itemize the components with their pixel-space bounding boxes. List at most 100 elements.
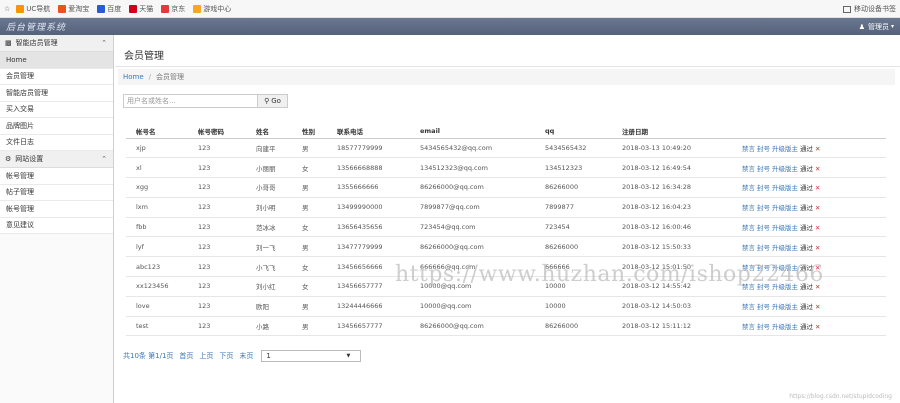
ban-link[interactable]: 封号 bbox=[757, 303, 770, 311]
ban-link[interactable]: 封号 bbox=[757, 145, 770, 153]
promote-link[interactable]: 升级版主 bbox=[772, 204, 798, 212]
approve-link[interactable]: 通过 bbox=[800, 323, 813, 331]
sidebar-item-posts[interactable]: 帖子管理 bbox=[0, 184, 113, 201]
mute-link[interactable]: 禁言 bbox=[742, 283, 755, 291]
sidebar-item-accounts-2[interactable]: 帐号管理 bbox=[0, 201, 113, 218]
sidebar-item-logs[interactable]: 文件日志 bbox=[0, 134, 113, 151]
bookmark-list: UC导航 爱淘宝 百度 天猫 京东 游戏中心 bbox=[16, 4, 239, 14]
approve-link[interactable]: 通过 bbox=[800, 204, 813, 212]
search-input[interactable] bbox=[123, 94, 258, 108]
ban-link[interactable]: 封号 bbox=[757, 204, 770, 212]
bookmark-item[interactable]: 京东 bbox=[161, 4, 185, 14]
mute-link[interactable]: 禁言 bbox=[742, 224, 755, 232]
sidebar-item-trade[interactable]: 买入交易 bbox=[0, 101, 113, 118]
promote-link[interactable]: 升级版主 bbox=[772, 264, 798, 272]
bookmark-icon bbox=[161, 4, 170, 13]
promote-link[interactable]: 升级版主 bbox=[772, 303, 798, 311]
app-header: 后台管理系统 ♟ 管理员 ▾ bbox=[0, 18, 900, 35]
bookmark-item[interactable]: 游戏中心 bbox=[193, 4, 231, 14]
table-cell: 女 bbox=[292, 256, 327, 278]
table-cell: xl bbox=[126, 157, 188, 179]
table-cell: 123 bbox=[188, 256, 246, 278]
mute-link[interactable]: 禁言 bbox=[742, 184, 755, 192]
table-cell: 13244446666 bbox=[327, 296, 410, 317]
ban-link[interactable]: 封号 bbox=[757, 184, 770, 192]
table-cell: 2018-03-12 15:01:50 bbox=[612, 256, 732, 278]
ban-link[interactable]: 封号 bbox=[757, 165, 770, 173]
mute-link[interactable]: 禁言 bbox=[742, 204, 755, 212]
promote-link[interactable]: 升级版主 bbox=[772, 145, 798, 153]
approve-link[interactable]: 通过 bbox=[800, 224, 813, 232]
table-cell: 10000 bbox=[535, 276, 612, 297]
member-table: 帐号名 帐号密码 姓名 性别 联系电话 email qq 注册日期 xjp 123 向建平男 185… bbox=[126, 124, 886, 337]
promote-link[interactable]: 升级版主 bbox=[772, 165, 798, 173]
delete-icon[interactable]: ✕ bbox=[815, 244, 820, 252]
approve-link[interactable]: 通过 bbox=[800, 184, 813, 192]
mute-link[interactable]: 禁言 bbox=[742, 165, 755, 173]
table-cell: love bbox=[126, 296, 188, 317]
sidebar-item-clerks[interactable]: 智能店员管理 bbox=[0, 85, 113, 102]
sidebar-item-home[interactable]: Home bbox=[0, 52, 113, 69]
mute-link[interactable]: 禁言 bbox=[742, 323, 755, 331]
user-menu[interactable]: ♟ 管理员 ▾ bbox=[859, 18, 894, 35]
divider bbox=[115, 66, 900, 67]
ban-link[interactable]: 封号 bbox=[757, 244, 770, 252]
promote-link[interactable]: 升级版主 bbox=[772, 184, 798, 192]
approve-link[interactable]: 通过 bbox=[800, 283, 813, 291]
bookmark-item[interactable]: 天猫 bbox=[129, 4, 153, 14]
promote-link[interactable]: 升级版主 bbox=[772, 283, 798, 291]
table-cell: 2018-03-12 15:50:33 bbox=[612, 236, 732, 258]
pager-next[interactable]: 下页 bbox=[219, 351, 233, 361]
table-cell: 86266000 bbox=[535, 177, 612, 198]
chevron-up-icon: ⌃ bbox=[101, 39, 107, 47]
promote-link[interactable]: 升级版主 bbox=[772, 244, 798, 252]
sidebar-item-images[interactable]: 品牌图片 bbox=[0, 118, 113, 135]
bookmark-item[interactable]: UC导航 bbox=[16, 4, 50, 14]
sidebar-item-feedback[interactable]: 意见建议 bbox=[0, 217, 113, 234]
mute-link[interactable]: 禁言 bbox=[742, 145, 755, 153]
table-cell: 10000 bbox=[535, 296, 612, 317]
ban-link[interactable]: 封号 bbox=[757, 264, 770, 272]
sidebar-section-site[interactable]: ⚙ 网站设置 ⌃ bbox=[0, 151, 113, 168]
ban-link[interactable]: 封号 bbox=[757, 323, 770, 331]
table-cell: xgg bbox=[126, 177, 188, 198]
promote-link[interactable]: 升级版主 bbox=[772, 323, 798, 331]
delete-icon[interactable]: ✕ bbox=[815, 165, 820, 173]
search-button[interactable]: ⚲ Go bbox=[258, 94, 288, 108]
delete-icon[interactable]: ✕ bbox=[815, 264, 820, 272]
mute-link[interactable]: 禁言 bbox=[742, 244, 755, 252]
mute-link[interactable]: 禁言 bbox=[742, 303, 755, 311]
breadcrumb-home[interactable]: Home bbox=[123, 73, 144, 81]
sidebar-item-accounts[interactable]: 帐号管理 bbox=[0, 168, 113, 185]
approve-link[interactable]: 通过 bbox=[800, 303, 813, 311]
star-icon[interactable]: ☆ bbox=[4, 5, 10, 13]
sidebar-section-store[interactable]: ▩ 智能店员管理 ⌃ bbox=[0, 35, 113, 52]
delete-icon[interactable]: ✕ bbox=[815, 283, 820, 291]
ban-link[interactable]: 封号 bbox=[757, 224, 770, 232]
row-actions: 禁言 封号 升级版主 通过 ✕ bbox=[732, 217, 886, 238]
pager-prev[interactable]: 上页 bbox=[199, 351, 213, 361]
sidebar-item-members[interactable]: 会员管理 bbox=[0, 68, 113, 85]
bookmark-item[interactable]: 爱淘宝 bbox=[58, 4, 89, 14]
delete-icon[interactable]: ✕ bbox=[815, 145, 820, 153]
delete-icon[interactable]: ✕ bbox=[815, 184, 820, 192]
table-cell: test bbox=[126, 316, 188, 337]
approve-link[interactable]: 通过 bbox=[800, 145, 813, 153]
column-header: 注册日期 bbox=[612, 124, 732, 139]
pager-last[interactable]: 末页 bbox=[239, 351, 253, 361]
bookmark-item[interactable]: 百度 bbox=[97, 4, 121, 14]
mobile-bookmarks[interactable]: 移动设备书签 bbox=[843, 0, 896, 18]
approve-link[interactable]: 通过 bbox=[800, 244, 813, 252]
approve-link[interactable]: 通过 bbox=[800, 264, 813, 272]
promote-link[interactable]: 升级版主 bbox=[772, 224, 798, 232]
pager-first[interactable]: 首页 bbox=[179, 351, 193, 361]
delete-icon[interactable]: ✕ bbox=[815, 303, 820, 311]
approve-link[interactable]: 通过 bbox=[800, 165, 813, 173]
page-select[interactable]: 1 ▼ bbox=[261, 350, 362, 362]
delete-icon[interactable]: ✕ bbox=[815, 323, 820, 331]
gear-icon: ⚙ bbox=[5, 155, 12, 163]
ban-link[interactable]: 封号 bbox=[757, 283, 770, 291]
delete-icon[interactable]: ✕ bbox=[815, 204, 820, 212]
delete-icon[interactable]: ✕ bbox=[815, 224, 820, 232]
mute-link[interactable]: 禁言 bbox=[742, 264, 755, 272]
